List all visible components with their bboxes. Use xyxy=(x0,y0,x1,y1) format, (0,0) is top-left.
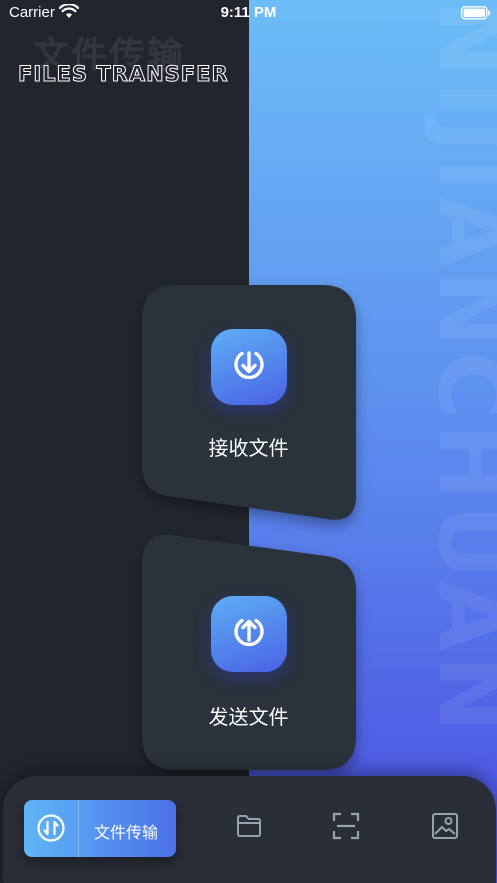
tab-file-transfer[interactable]: 文件传输 xyxy=(24,800,176,857)
tab-divider xyxy=(78,800,79,857)
receive-icon-tile xyxy=(211,329,287,405)
tab-file-transfer-label: 文件传输 xyxy=(94,825,159,842)
download-icon xyxy=(231,347,267,388)
folder-icon xyxy=(235,813,263,844)
send-files-label: 发送文件 xyxy=(208,707,289,729)
upload-icon xyxy=(231,614,267,655)
tab-folder[interactable] xyxy=(229,810,269,846)
scan-icon xyxy=(332,812,360,845)
send-icon-tile xyxy=(211,596,287,672)
image-icon xyxy=(431,812,459,845)
tab-scan[interactable] xyxy=(326,810,366,846)
transfer-icon xyxy=(36,813,66,848)
receive-files-label: 接收文件 xyxy=(208,438,289,460)
tab-image[interactable] xyxy=(425,810,465,846)
